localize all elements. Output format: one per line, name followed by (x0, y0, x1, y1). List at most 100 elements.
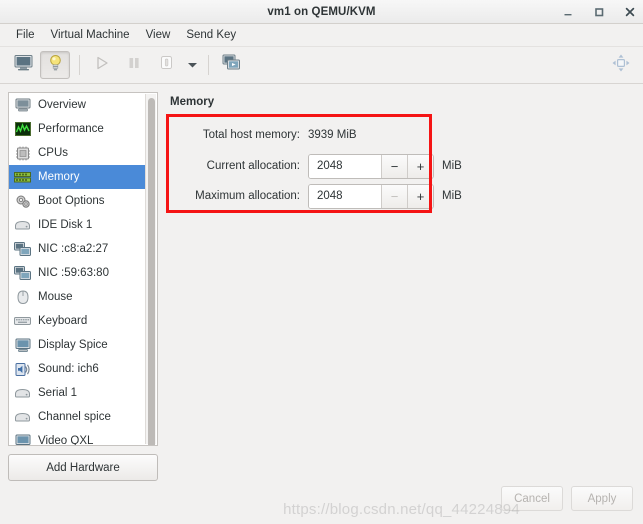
content-area: Overview Performance CPUs Memory Boot Op… (0, 84, 643, 481)
menu-send-key[interactable]: Send Key (178, 27, 244, 43)
serial-port-icon (14, 385, 31, 401)
sidebar-item-boot-options[interactable]: Boot Options (9, 189, 145, 213)
shutdown-button[interactable] (151, 51, 181, 79)
monitor-icon (14, 54, 33, 76)
details-view-button[interactable] (40, 51, 70, 79)
close-icon[interactable] (623, 5, 637, 19)
toolbar (0, 47, 643, 84)
memory-settings-group: Total host memory: 3939 MiB Current allo… (166, 114, 635, 224)
network-card-icon (14, 265, 31, 281)
power-icon (158, 54, 175, 76)
current-allocation-stepper[interactable]: 2048 − + (308, 153, 434, 179)
clone-screens-icon (222, 54, 241, 76)
pause-button[interactable] (119, 51, 149, 79)
title-bar: vm1 on QEMU/KVM (0, 0, 643, 24)
current-allocation-unit: MiB (442, 160, 462, 172)
watermark-text: https://blog.csdn.net/qq_44224894 (283, 501, 520, 518)
minimize-icon[interactable] (561, 5, 575, 19)
sidebar: Overview Performance CPUs Memory Boot Op… (8, 92, 158, 481)
window-controls (561, 0, 637, 24)
sidebar-item-label: Channel spice (38, 411, 111, 423)
computer-icon (14, 97, 31, 113)
maximum-allocation-row: Maximum allocation: 2048 − + MiB (178, 182, 623, 210)
maximize-icon[interactable] (592, 5, 606, 19)
add-hardware-button[interactable]: Add Hardware (8, 454, 158, 481)
keyboard-icon (14, 313, 31, 329)
sidebar-item-label: IDE Disk 1 (38, 219, 93, 231)
cpu-chip-icon (14, 145, 31, 161)
lightbulb-icon (47, 54, 64, 77)
maximum-allocation-plus-button[interactable]: + (407, 184, 433, 208)
harddisk-icon (14, 217, 31, 233)
memory-panel: Memory Total host memory: 3939 MiB Curre… (166, 92, 635, 481)
snapshots-button[interactable] (216, 51, 246, 79)
expand-arrows-icon (611, 53, 631, 78)
hardware-list-scrollbar[interactable] (145, 94, 156, 445)
menu-virtual-machine[interactable]: Virtual Machine (43, 27, 138, 43)
current-allocation-minus-button[interactable]: − (381, 154, 407, 178)
scrollbar-thumb[interactable] (148, 98, 155, 445)
maximum-allocation-input[interactable]: 2048 (309, 184, 381, 208)
menu-file[interactable]: File (8, 27, 43, 43)
total-host-memory-value: 3939 MiB (308, 129, 357, 141)
sidebar-item-sound-ich6[interactable]: Sound: ich6 (9, 357, 145, 381)
maximum-allocation-unit: MiB (442, 190, 462, 202)
display-icon (14, 337, 31, 353)
total-host-memory-label: Total host memory: (202, 129, 300, 141)
serial-port-icon (14, 409, 31, 425)
sidebar-item-label: Keyboard (38, 315, 88, 327)
sidebar-item-label: NIC :59:63:80 (38, 267, 109, 279)
sidebar-item-mouse[interactable]: Mouse (9, 285, 145, 309)
sound-icon (14, 361, 31, 377)
sidebar-item-label: CPUs (38, 147, 69, 159)
chevron-down-icon (187, 56, 198, 74)
window-title: vm1 on QEMU/KVM (267, 5, 376, 18)
sidebar-item-serial-1[interactable]: Serial 1 (9, 381, 145, 405)
sidebar-item-keyboard[interactable]: Keyboard (9, 309, 145, 333)
run-button[interactable] (87, 51, 117, 79)
pause-icon (126, 55, 142, 76)
sidebar-item-display-spice[interactable]: Display Spice (9, 333, 145, 357)
cancel-button[interactable]: Cancel (501, 486, 563, 511)
sidebar-item-performance[interactable]: Performance (9, 117, 145, 141)
menu-view[interactable]: View (138, 27, 179, 43)
sidebar-item-label: Overview (38, 99, 86, 111)
sidebar-item-video-qxl[interactable]: Video QXL (9, 429, 145, 445)
sidebar-item-label: Mouse (38, 291, 73, 303)
sidebar-item-ide-disk-1[interactable]: IDE Disk 1 (9, 213, 145, 237)
current-allocation-plus-button[interactable]: + (407, 154, 433, 178)
sidebar-item-label: Sound: ich6 (38, 363, 99, 375)
hardware-list[interactable]: Overview Performance CPUs Memory Boot Op… (8, 92, 158, 446)
sidebar-item-label: Performance (38, 123, 104, 135)
shutdown-menu-button[interactable] (183, 51, 201, 79)
sidebar-item-label: Memory (38, 171, 80, 183)
sidebar-item-cpus[interactable]: CPUs (9, 141, 145, 165)
display-icon (14, 433, 31, 445)
sidebar-item-channel-spice[interactable]: Channel spice (9, 405, 145, 429)
page-title: Memory (170, 96, 215, 108)
current-allocation-row: Current allocation: 2048 − + MiB (178, 152, 623, 180)
toolbar-separator-1 (79, 55, 80, 75)
graph-icon (14, 121, 31, 137)
memory-ram-icon (14, 169, 31, 185)
sidebar-item-nic-596380[interactable]: NIC :59:63:80 (9, 261, 145, 285)
maximum-allocation-minus-button: − (381, 184, 407, 208)
sidebar-item-label: Video QXL (38, 435, 94, 445)
total-host-memory-row: Total host memory: 3939 MiB (178, 124, 623, 146)
network-card-icon (14, 241, 31, 257)
maximum-allocation-stepper[interactable]: 2048 − + (308, 183, 434, 209)
hardware-list-items: Overview Performance CPUs Memory Boot Op… (9, 93, 145, 445)
fullscreen-button[interactable] (607, 51, 635, 79)
console-view-button[interactable] (8, 51, 38, 79)
virt-manager-window: vm1 on QEMU/KVM File Virtual Machine Vie… (0, 0, 643, 524)
sidebar-item-label: Boot Options (38, 195, 105, 207)
sidebar-item-label: Serial 1 (38, 387, 77, 399)
sidebar-item-overview[interactable]: Overview (9, 93, 145, 117)
sidebar-item-memory[interactable]: Memory (9, 165, 145, 189)
current-allocation-input[interactable]: 2048 (309, 154, 381, 178)
mouse-icon (14, 289, 31, 305)
sidebar-item-label: NIC :c8:a2:27 (38, 243, 109, 255)
apply-button[interactable]: Apply (571, 486, 633, 511)
sidebar-item-nic-c8a227[interactable]: NIC :c8:a2:27 (9, 237, 145, 261)
maximum-allocation-label: Maximum allocation: (195, 190, 300, 202)
